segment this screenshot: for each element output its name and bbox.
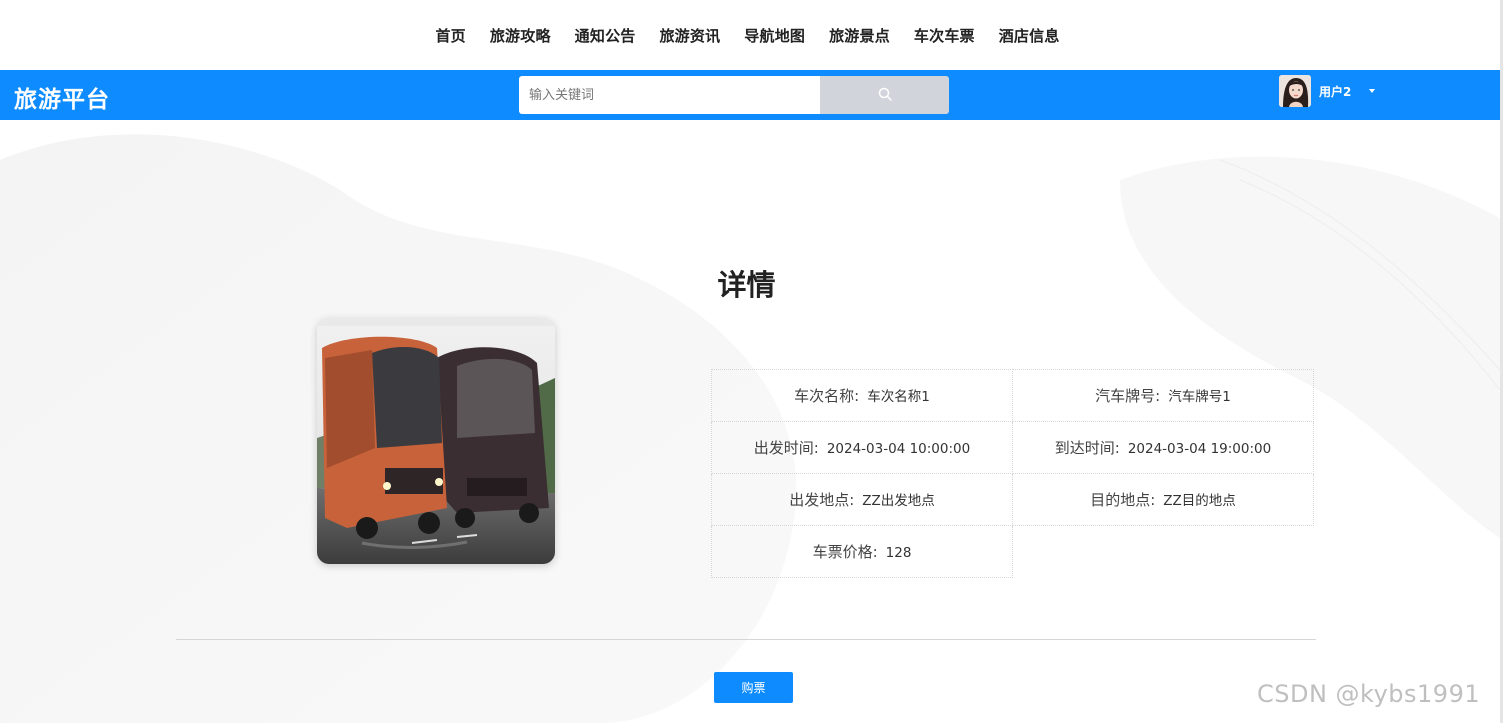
field-value: ZZ出发地点 xyxy=(862,493,935,509)
field-value: 2024-03-04 19:00:00 xyxy=(1127,441,1272,457)
field-trip-name: 车次名称: 车次名称1 xyxy=(711,369,1013,422)
field-label: 到达时间: xyxy=(1054,439,1120,457)
field-value: 128 xyxy=(885,545,912,561)
nav-item-home[interactable]: 首页 xyxy=(435,25,465,46)
divider xyxy=(176,639,1316,640)
nav-item-notices[interactable]: 通知公告 xyxy=(575,25,636,46)
field-destination: 目的地点: ZZ目的地点 xyxy=(1012,473,1314,526)
nav-item-bus-tickets[interactable]: 车次车票 xyxy=(914,25,975,46)
bus-photo xyxy=(317,318,555,564)
table-row: 车次名称: 车次名称1 汽车牌号: 汽车牌号1 xyxy=(711,369,1314,422)
search-bar xyxy=(519,76,949,114)
chevron-down-icon[interactable] xyxy=(1369,89,1376,93)
field-label: 汽车牌号: xyxy=(1095,387,1161,405)
field-label: 出发地点: xyxy=(789,491,855,509)
field-label: 车次名称: xyxy=(794,387,860,405)
top-navigation: 首页 旅游攻略 通知公告 旅游资讯 导航地图 旅游景点 车次车票 酒店信息 xyxy=(0,0,1503,70)
nav-item-navigation-map[interactable]: 导航地图 xyxy=(744,25,805,46)
field-value: ZZ目的地点 xyxy=(1163,493,1236,509)
field-value: 2024-03-04 10:00:00 xyxy=(826,441,971,457)
table-row: 车票价格: 128 xyxy=(711,525,1314,578)
ticket-detail-table: 车次名称: 车次名称1 汽车牌号: 汽车牌号1 出发时间: 2024-03-04 10… xyxy=(711,369,1314,578)
field-plate-number: 汽车牌号: 汽车牌号1 xyxy=(1012,369,1314,422)
field-value: 汽车牌号1 xyxy=(1168,389,1231,405)
field-departure-place: 出发地点: ZZ出发地点 xyxy=(711,473,1013,526)
field-arrival-time: 到达时间: 2024-03-04 19:00:00 xyxy=(1012,421,1314,474)
field-label: 出发时间: xyxy=(753,439,819,457)
table-row: 出发地点: ZZ出发地点 目的地点: ZZ目的地点 xyxy=(711,473,1314,526)
field-label: 车票价格: xyxy=(812,543,878,561)
nav-item-travel-news[interactable]: 旅游资讯 xyxy=(659,25,720,46)
user-menu[interactable]: 用户2 xyxy=(1279,75,1376,107)
page-title: 详情 xyxy=(717,268,776,302)
field-departure-time: 出发时间: 2024-03-04 10:00:00 xyxy=(711,421,1013,474)
field-ticket-price: 车票价格: 128 xyxy=(711,525,1013,578)
user-name[interactable]: 用户2 xyxy=(1319,83,1351,100)
field-value: 车次名称1 xyxy=(867,389,930,405)
field-label: 目的地点: xyxy=(1090,491,1156,509)
empty-cell xyxy=(1013,526,1314,578)
search-icon xyxy=(878,86,892,105)
header-bar: 旅游平台 用户2 xyxy=(0,70,1503,120)
search-input[interactable] xyxy=(519,76,820,114)
avatar[interactable] xyxy=(1279,75,1311,107)
brand-logo-text[interactable]: 旅游平台 xyxy=(14,80,110,114)
watermark: CSDN @kybs1991 xyxy=(1257,680,1481,708)
buy-ticket-button[interactable]: 购票 xyxy=(714,672,793,703)
search-button[interactable] xyxy=(820,76,949,114)
nav-item-scenic-spots[interactable]: 旅游景点 xyxy=(829,25,890,46)
nav-item-travel-guides[interactable]: 旅游攻略 xyxy=(490,25,551,46)
table-row: 出发时间: 2024-03-04 10:00:00 到达时间: 2024-03-04… xyxy=(711,421,1314,474)
nav-item-hotel-info[interactable]: 酒店信息 xyxy=(999,25,1060,46)
